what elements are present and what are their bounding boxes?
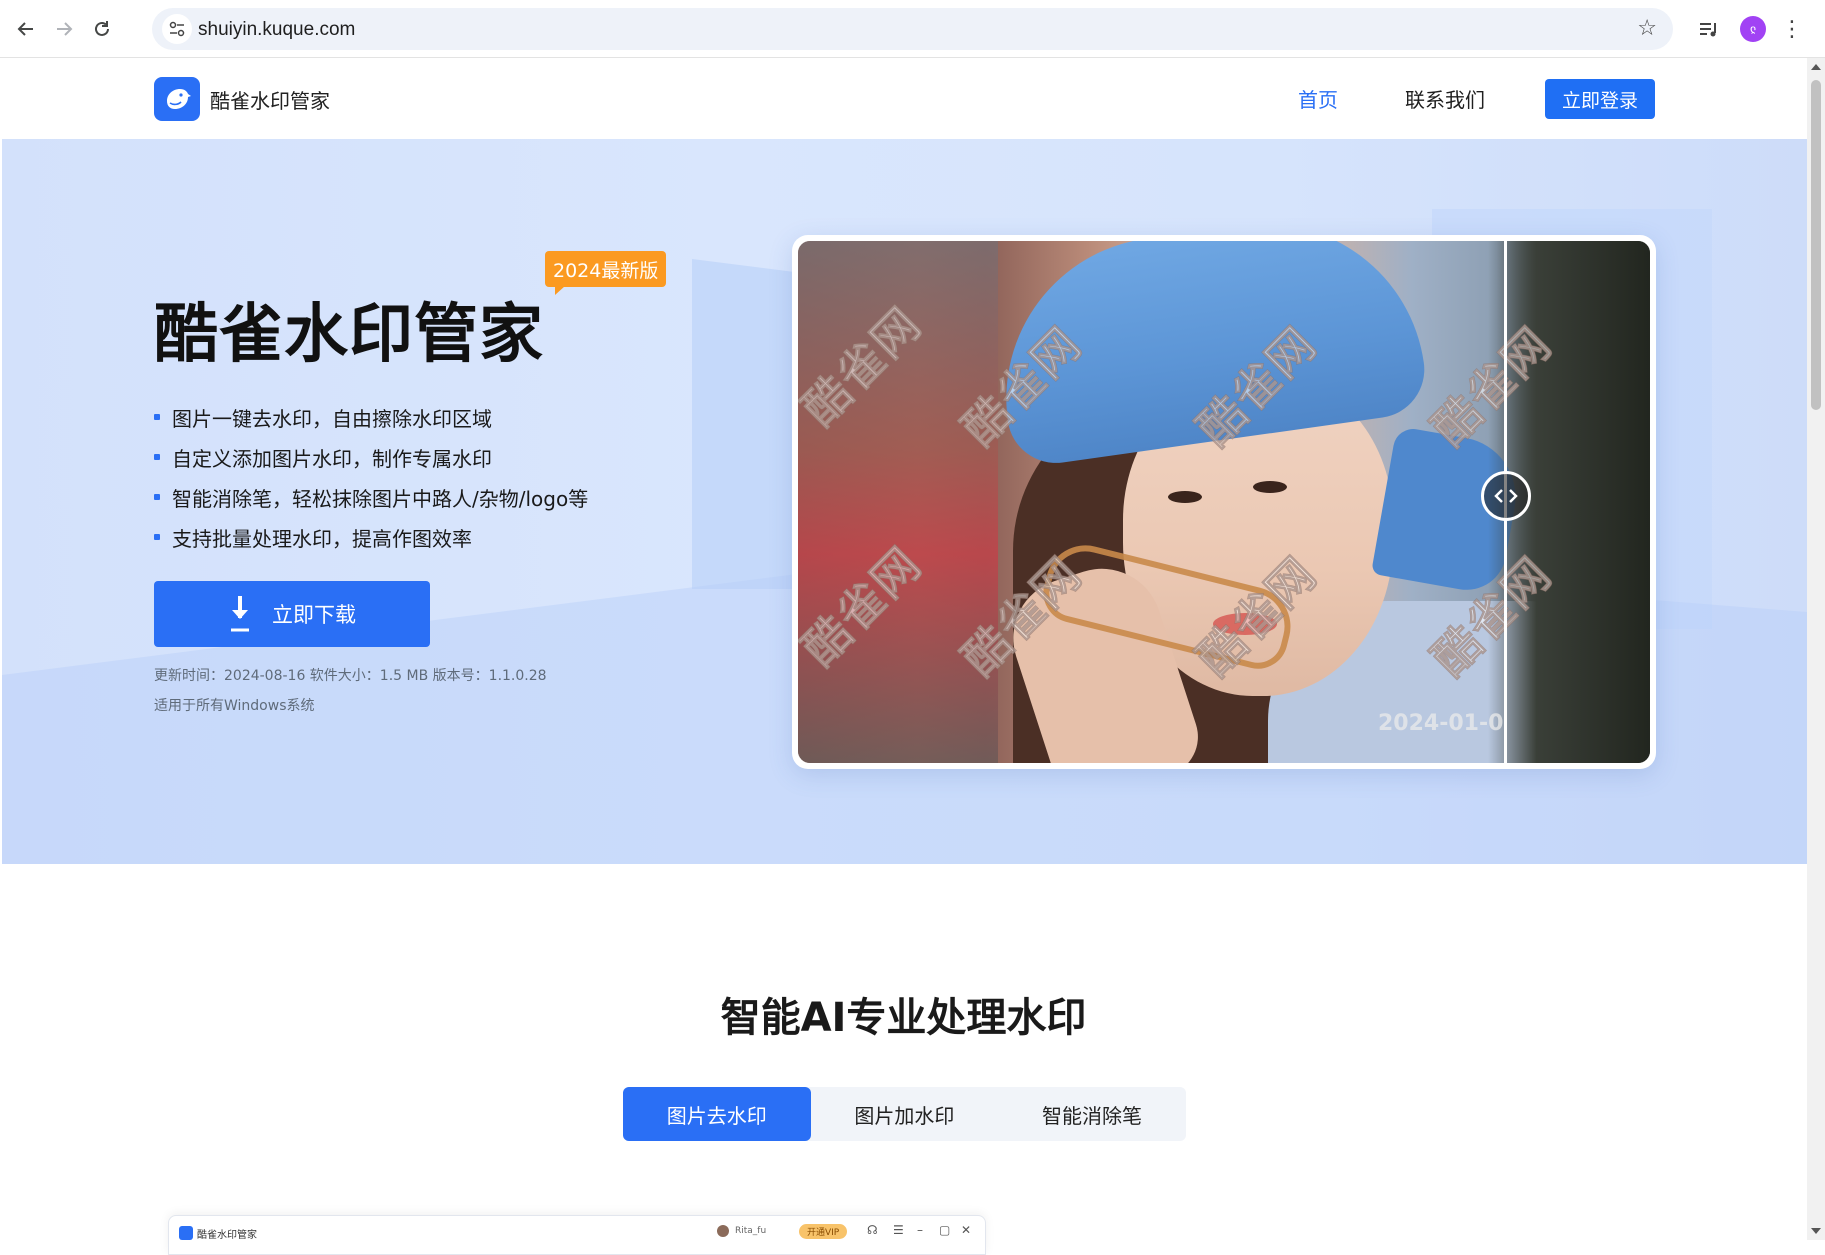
bullet-icon	[154, 454, 160, 460]
bookmark-star-icon[interactable]: ☆	[1637, 16, 1657, 42]
feature-tabs: 图片去水印 图片加水印 智能消除笔	[623, 1087, 1186, 1141]
site-info-icon[interactable]	[162, 14, 192, 44]
download-label: 立即下载	[272, 603, 356, 627]
app-user: Rita_fu	[717, 1225, 766, 1237]
maximize-icon: ▢	[939, 1223, 951, 1237]
photo-eye	[1253, 481, 1287, 493]
system-info: 适用于所有Windows系统	[154, 698, 315, 714]
before-after-comparison[interactable]: 酷雀网 酷雀网 酷雀网 酷雀网 酷雀网 酷雀网 酷雀网 酷雀网 2024-01-…	[792, 235, 1656, 769]
url-text[interactable]: shuiyin.kuque.com	[198, 19, 355, 41]
reload-button[interactable]	[84, 11, 120, 47]
minimize-icon: –	[917, 1223, 923, 1237]
tab-eraser-pen[interactable]: 智能消除笔	[998, 1087, 1186, 1141]
vip-badge: 开通VIP	[799, 1224, 848, 1239]
app-screenshot-preview: 酷雀水印管家 Rita_fu 开通VIP ☊ ☰ – ▢ ✕	[168, 1215, 986, 1255]
site-logo[interactable]: 酷雀水印管家	[154, 77, 330, 121]
feature-list: 图片一键去水印，自由擦除水印区域 自定义添加图片水印，制作专属水印 智能消除笔，…	[154, 397, 588, 557]
forward-button[interactable]	[46, 11, 82, 47]
photo-eye	[1168, 491, 1202, 503]
nav-home-link[interactable]: 首页	[1298, 84, 1338, 113]
address-bar[interactable]: shuiyin.kuque.com ☆	[152, 8, 1673, 50]
feature-item: 图片一键去水印，自由擦除水印区域	[154, 397, 588, 437]
user-name: Rita_fu	[735, 1226, 767, 1236]
tab-remove-watermark[interactable]: 图片去水印	[623, 1087, 811, 1141]
back-button[interactable]	[8, 11, 44, 47]
logo-text: 酷雀水印管家	[210, 88, 330, 113]
feature-item: 支持批量处理水印，提高作图效率	[154, 517, 588, 557]
demo-photo: 酷雀网 酷雀网 酷雀网 酷雀网 酷雀网 酷雀网 酷雀网 酷雀网 2024-01-…	[798, 241, 1650, 763]
feature-item: 自定义添加图片水印，制作专属水印	[154, 437, 588, 477]
browser-menu-icon[interactable]: ⋮	[1781, 12, 1803, 46]
download-button[interactable]: 立即下载	[154, 581, 430, 647]
scrollbar-thumb[interactable]	[1811, 80, 1821, 410]
site-header: 酷雀水印管家 首页 联系我们 立即登录	[2, 58, 1807, 139]
bullet-icon	[154, 414, 160, 420]
version-badge: 2024最新版	[545, 251, 667, 295]
browser-toolbar: shuiyin.kuque.com ☆ ჺ ⋮	[0, 0, 1825, 58]
profile-avatar[interactable]: ჺ	[1738, 12, 1768, 46]
date-stamp: 2024-01-0	[1378, 711, 1504, 736]
bird-logo-icon	[154, 77, 200, 121]
release-info: 更新时间：2024-08-16 软件大小：1.5 MB 版本号：1.1.0.28	[154, 668, 547, 684]
chevrons-left-right-icon	[1494, 489, 1518, 503]
nav-contact-link[interactable]: 联系我们	[1405, 84, 1485, 113]
scroll-down-icon[interactable]	[1811, 1228, 1821, 1234]
app-name: 酷雀水印管家	[197, 1230, 257, 1241]
login-button[interactable]: 立即登录	[1545, 79, 1655, 119]
headset-icon: ☊	[867, 1223, 878, 1237]
hero-section: 酷雀水印管家 2024最新版 图片一键去水印，自由擦除水印区域 自定义添加图片水…	[2, 139, 1807, 864]
feature-item: 智能消除笔，轻松抹除图片中路人/杂物/logo等	[154, 477, 588, 517]
nav-item-home[interactable]: 首页	[1298, 58, 1338, 139]
menu-icon: ☰	[893, 1223, 904, 1237]
reload-icon	[95, 21, 109, 36]
page-scrollbar[interactable]	[1807, 58, 1825, 1240]
hero-title: 酷雀水印管家	[154, 298, 544, 372]
app-logo-icon	[179, 1226, 193, 1240]
bullet-icon	[154, 494, 160, 500]
close-icon: ✕	[961, 1223, 972, 1237]
nav-item-contact[interactable]: 联系我们	[1405, 58, 1485, 139]
bullet-icon	[154, 534, 160, 540]
tab-add-watermark[interactable]: 图片加水印	[811, 1087, 999, 1141]
section-title: 智能AI专业处理水印	[720, 995, 1087, 1041]
compare-slider-handle[interactable]	[1481, 471, 1531, 521]
scroll-up-icon[interactable]	[1811, 64, 1821, 70]
reading-list-icon[interactable]	[1694, 12, 1724, 46]
back-arrow-icon	[17, 22, 33, 36]
download-icon	[231, 596, 249, 632]
forward-arrow-icon	[57, 22, 73, 36]
user-avatar	[717, 1225, 729, 1237]
